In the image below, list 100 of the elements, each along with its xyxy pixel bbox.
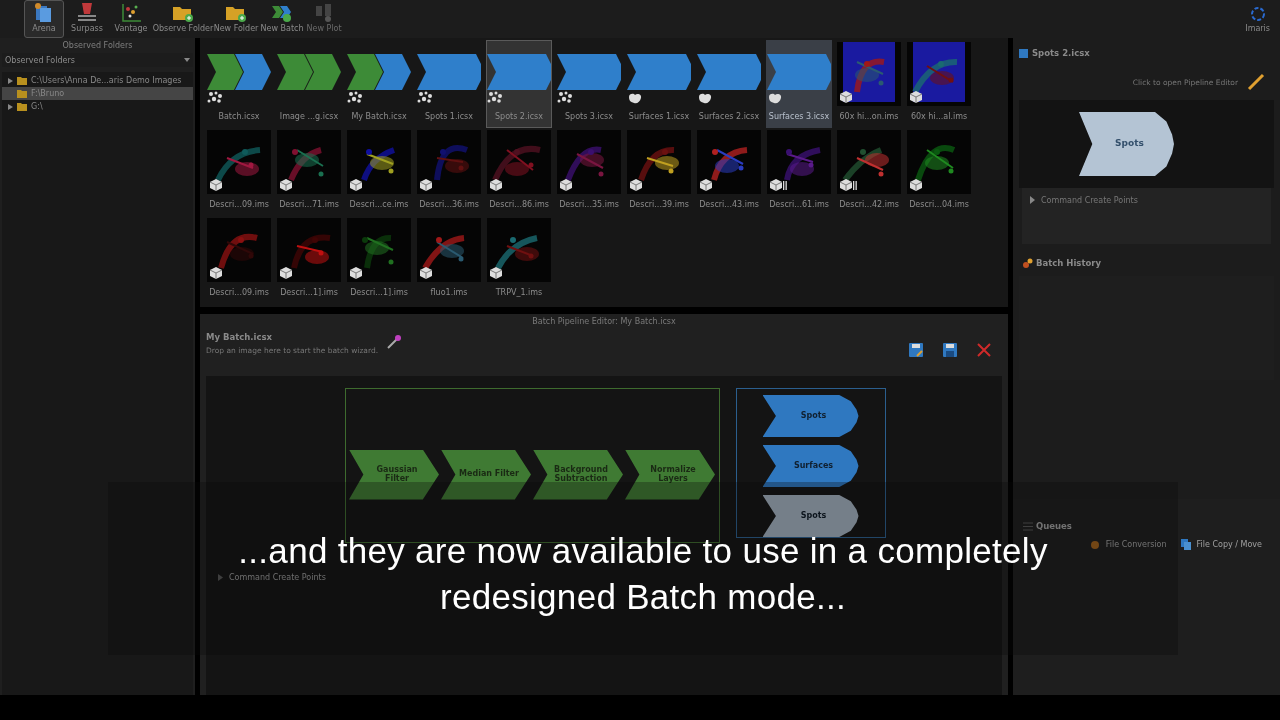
file-name: My Batch.icsx xyxy=(351,112,407,121)
file-tile[interactable]: Image ...g.icsx xyxy=(276,40,342,128)
queue-item[interactable]: File Copy / Move xyxy=(1180,539,1262,550)
file-tile[interactable]: 60x hi...al.ims xyxy=(906,40,972,128)
file-tile[interactable]: Descri...39.ims xyxy=(626,128,692,216)
file-tile[interactable]: Surfaces 3.icsx xyxy=(766,40,832,128)
folder-item[interactable]: G:\ xyxy=(2,100,193,113)
pipeline-stage[interactable]: Background Subtraction xyxy=(533,449,623,500)
file-tile[interactable]: fluo1.ims xyxy=(416,216,482,304)
file-name: Descri...1].ims xyxy=(280,288,338,297)
cube-icon xyxy=(420,267,432,279)
toolbar-button[interactable]: Arena xyxy=(24,0,64,38)
subtitle-text: redesigned Batch mode... xyxy=(439,575,847,618)
file-name: Descri...61.ims xyxy=(769,200,829,209)
file-name: Descri...42.ims xyxy=(839,200,899,209)
cube-icon xyxy=(280,179,292,191)
file-tile[interactable]: Descri...1].ims xyxy=(276,216,342,304)
cube-icon xyxy=(560,179,572,191)
chevrons-add-icon xyxy=(271,3,293,23)
folder-name: C:\Users\Anna De...aris Demo Images xyxy=(31,76,182,85)
queue-item[interactable]: File Conversion xyxy=(1089,539,1167,550)
spots-icon xyxy=(557,90,573,104)
file-name: Batch.icsx xyxy=(218,112,260,121)
wand-icon[interactable] xyxy=(386,333,403,350)
batch-name: My Batch.icsx xyxy=(206,332,274,342)
toolbar-button[interactable]: Observe Folder xyxy=(154,0,212,38)
cube-icon xyxy=(840,91,852,103)
folder-name: F:\Bruno xyxy=(31,89,65,98)
toolbar-button[interactable]: Vantage xyxy=(110,0,152,38)
file-tile[interactable]: Descri...1].ims xyxy=(346,216,412,304)
cube-icon xyxy=(350,267,362,279)
cube-icon xyxy=(350,179,362,191)
expand-icon xyxy=(218,574,223,581)
toolbar-button[interactable]: Surpass xyxy=(66,0,108,38)
cube-icon xyxy=(210,179,222,191)
save-icon[interactable] xyxy=(942,342,958,358)
file-tile[interactable]: Descri...09.ims xyxy=(206,216,272,304)
spots-icon xyxy=(207,90,223,104)
file-name: Spots 1.icsx xyxy=(424,112,474,121)
file-tile[interactable]: Spots 1.icsx xyxy=(416,40,482,128)
batch-title: Spots 2.icsx xyxy=(1032,48,1090,58)
file-name: Surfaces 3.icsx xyxy=(768,112,830,121)
caret-icon xyxy=(184,58,190,62)
file-tile[interactable]: Surfaces 1.icsx xyxy=(626,40,692,128)
file-name: 60x hi...on.ims xyxy=(839,112,899,121)
file-tile[interactable]: Spots 3.icsx xyxy=(556,40,622,128)
file-name: Descri...86.ims xyxy=(489,200,549,209)
file-tile[interactable]: Descri...ce.ims xyxy=(346,128,412,216)
file-name: Surfaces 2.icsx xyxy=(698,112,760,121)
file-name: Descri...09.ims xyxy=(209,288,269,297)
file-tile[interactable]: 60x hi...on.ims xyxy=(836,40,902,128)
cube-icon xyxy=(700,179,712,191)
cube-icon xyxy=(910,91,922,103)
toolbar-button[interactable]: New Batch xyxy=(260,0,304,38)
file-name: Spots 3.icsx xyxy=(564,112,614,121)
file-tile[interactable]: Descri...61.ims xyxy=(766,128,832,216)
pipeline-stage[interactable]: Median Filter xyxy=(441,449,531,500)
section-title: Queues xyxy=(1036,521,1072,531)
file-tile[interactable]: Descri...43.ims xyxy=(696,128,762,216)
pencil-icon[interactable] xyxy=(1246,72,1266,92)
pipeline-stage[interactable]: Surfaces xyxy=(762,445,859,487)
pipeline-stage[interactable]: Spots xyxy=(762,395,859,437)
pipeline-stage[interactable]: Normalize Layers xyxy=(625,449,715,500)
file-name: Descri...1].ims xyxy=(350,288,408,297)
cube-series-icon xyxy=(840,179,858,191)
toolbar-button[interactable]: New Folder xyxy=(214,0,258,38)
file-tile[interactable]: TRPV_1.ims xyxy=(486,216,552,304)
blob-icon xyxy=(697,92,713,104)
stack-icon xyxy=(76,3,98,23)
file-tile[interactable]: Descri...42.ims xyxy=(836,128,902,216)
pipeline-stage[interactable]: Spots xyxy=(1079,112,1174,176)
file-tile[interactable]: My Batch.icsx xyxy=(346,40,412,128)
command-label: Command Create Points xyxy=(229,573,326,582)
blob-icon xyxy=(767,92,783,104)
spots-icon xyxy=(347,90,363,104)
file-tile[interactable]: Descri...36.ims xyxy=(416,128,482,216)
cube-icon xyxy=(910,179,922,191)
blob-icon xyxy=(627,92,643,104)
file-tile[interactable]: Surfaces 2.icsx xyxy=(696,40,762,128)
file-name: Descri...36.ims xyxy=(419,200,479,209)
file-tile[interactable]: Descri...09.ims xyxy=(206,128,272,216)
file-tile[interactable]: Descri...86.ims xyxy=(486,128,552,216)
cube-series-icon xyxy=(770,179,788,191)
folder-name: G:\ xyxy=(31,102,43,111)
section-title: Batch History xyxy=(1036,258,1102,268)
file-tile[interactable]: Descri...04.ims xyxy=(906,128,972,216)
close-icon[interactable] xyxy=(976,342,992,358)
file-tile[interactable]: Batch.icsx xyxy=(206,40,272,128)
scatter-icon xyxy=(120,3,142,23)
file-tile[interactable]: Descri...71.ims xyxy=(276,128,342,216)
file-name: Descri...ce.ims xyxy=(349,200,409,209)
editor-title: Batch Pipeline Editor: My Batch.icsx xyxy=(532,316,676,326)
app-name: Imaris xyxy=(1245,24,1270,33)
pipeline-stage[interactable]: Gaussian Filter xyxy=(349,449,439,500)
folder-item[interactable]: C:\Users\Anna De...aris Demo Images xyxy=(2,74,193,87)
logo-icon xyxy=(1249,6,1266,22)
save-as-icon[interactable] xyxy=(908,342,924,358)
copy-icon xyxy=(1180,539,1191,550)
file-tile[interactable]: Descri...35.ims xyxy=(556,128,622,216)
file-tile[interactable]: Spots 2.icsx xyxy=(486,40,552,128)
